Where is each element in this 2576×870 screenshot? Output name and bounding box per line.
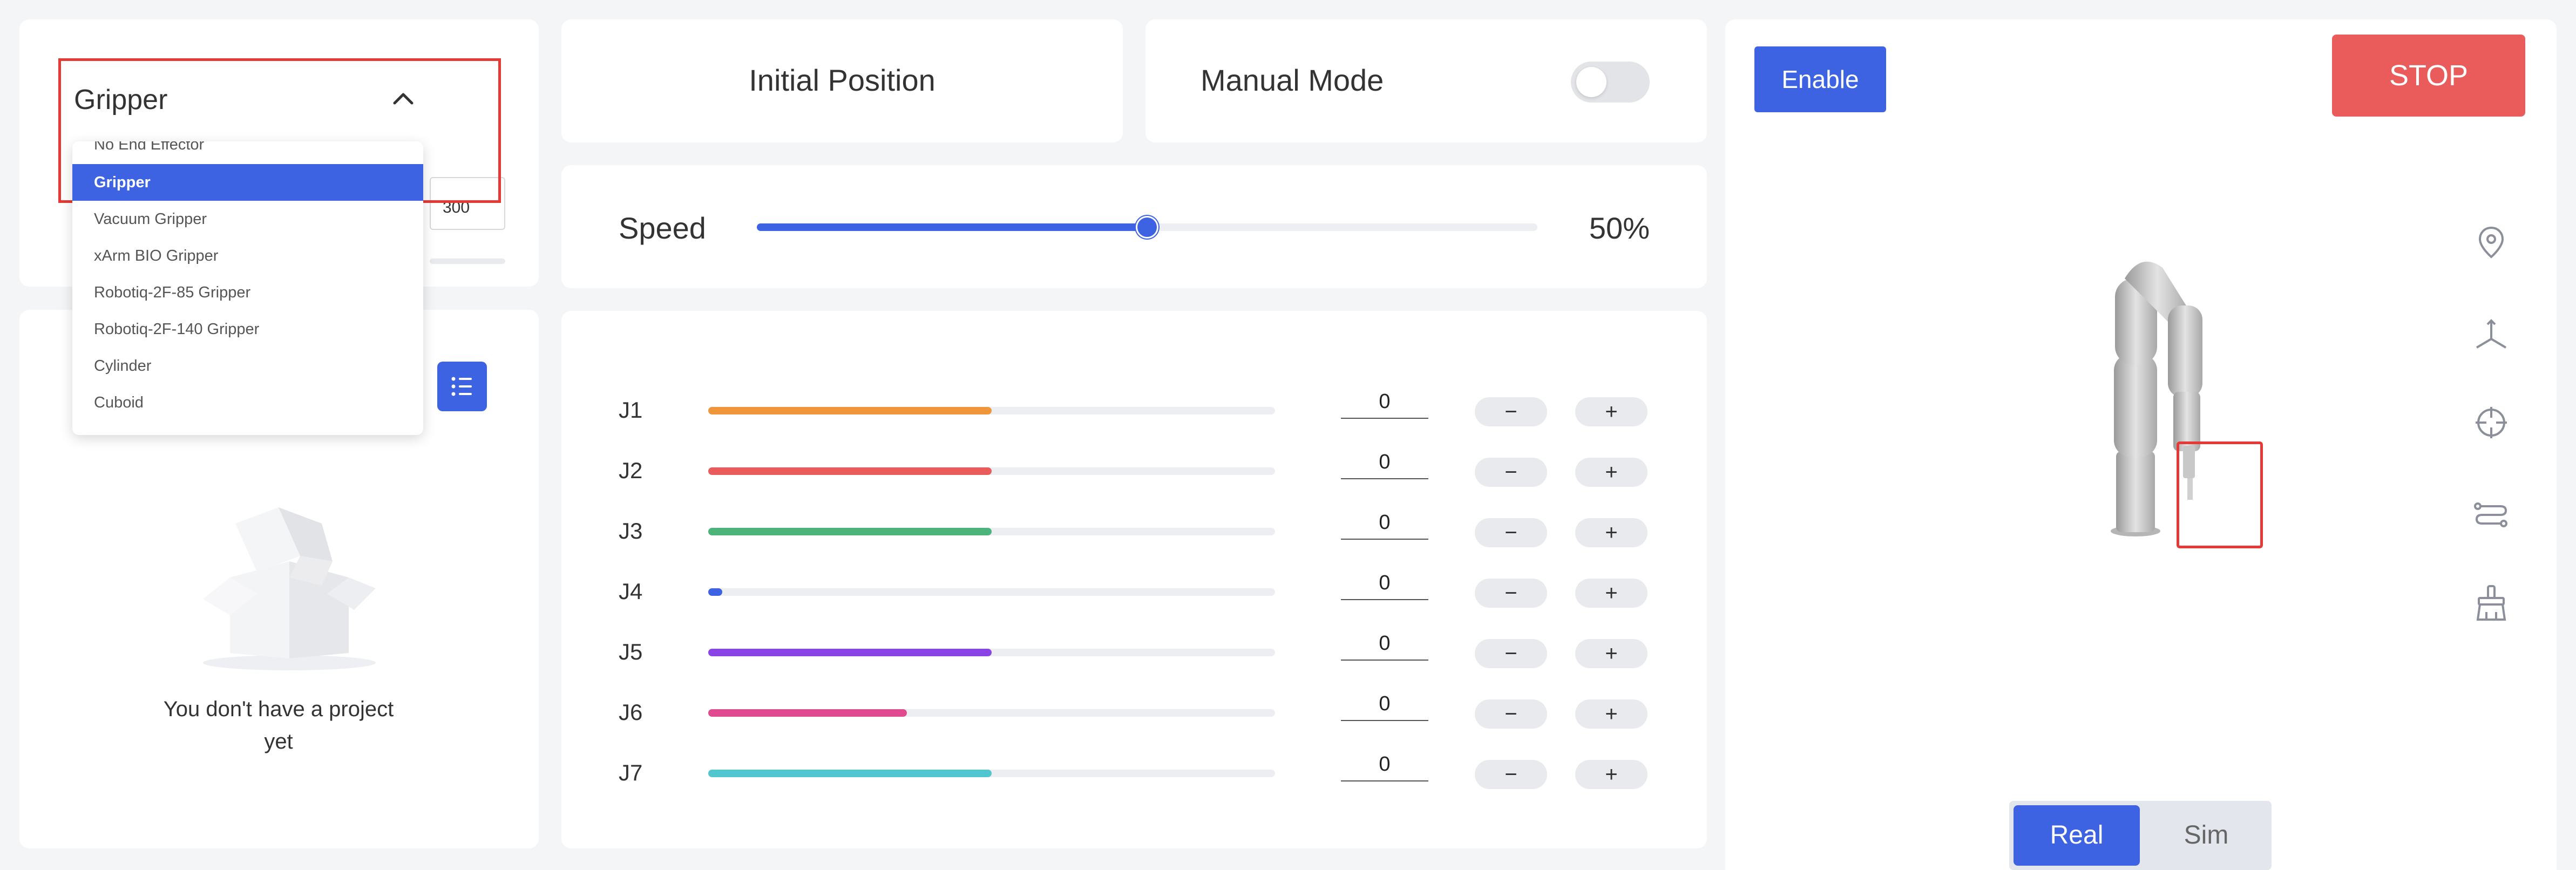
joint-row-j4: J4 0 − +	[561, 567, 1707, 621]
joint-label: J5	[619, 639, 643, 664]
joint-value-input[interactable]: 0	[1341, 506, 1428, 540]
location-pin-icon[interactable]	[2470, 221, 2512, 263]
joint-slider[interactable]	[708, 709, 1275, 717]
joint-decrement-button[interactable]: −	[1475, 699, 1547, 729]
dropdown-item-no-end-effector[interactable]: No End Effector	[72, 141, 423, 163]
joint-label: J4	[619, 579, 643, 604]
joint-value-input[interactable]: 0	[1341, 385, 1428, 419]
joint-increment-button[interactable]: +	[1575, 397, 1648, 426]
joint-slider[interactable]	[708, 588, 1275, 596]
dropdown-item-cuboid[interactable]: Cuboid	[72, 384, 423, 421]
joint-row-j6: J6 0 − +	[561, 688, 1707, 742]
mode-sim-button[interactable]: Sim	[2145, 805, 2267, 866]
joint-value-input[interactable]: 0	[1341, 446, 1428, 479]
speed-label: Speed	[619, 211, 706, 245]
speed-panel: Speed 50%	[561, 165, 1707, 288]
gripper-highlight	[2177, 441, 2263, 548]
speed-slider[interactable]	[757, 216, 1537, 239]
joint-decrement-button[interactable]: −	[1475, 579, 1547, 608]
end-effector-selected-label: Gripper	[74, 84, 168, 115]
joint-row-j7: J7 0 − +	[561, 748, 1707, 802]
dropdown-item-robotiq-2f-140[interactable]: Robotiq-2F-140 Gripper	[72, 311, 423, 348]
joint-slider-fill	[708, 467, 992, 475]
dropdown-item-vacuum-gripper[interactable]: Vacuum Gripper	[72, 201, 423, 237]
empty-box-icon	[203, 507, 376, 670]
joint-decrement-button[interactable]: −	[1475, 397, 1547, 426]
joint-label: J3	[619, 518, 643, 543]
real-sim-switch: Real Sim	[2009, 801, 2272, 870]
joint-increment-button[interactable]: +	[1575, 458, 1648, 487]
joint-value-input[interactable]: 0	[1341, 748, 1428, 781]
empty-projects-text: You don't have a project yet	[163, 697, 394, 753]
end-effector-dropdown: No End Effector Gripper Vacuum Gripper x…	[72, 141, 423, 435]
joint-value-input[interactable]: 0	[1341, 627, 1428, 661]
joint-row-j5: J5 0 − +	[561, 627, 1707, 681]
mode-real-button[interactable]: Real	[2014, 805, 2140, 866]
speed-slider-handle[interactable]	[1136, 216, 1158, 239]
robot-view-panel: Enable STOP Real Sim	[1725, 19, 2557, 870]
joints-panel: J1 0 − + J2 0 − + J3 0 − + J4 0 − + J5 0…	[561, 311, 1707, 848]
enable-button[interactable]: Enable	[1754, 46, 1886, 112]
stop-button[interactable]: STOP	[2332, 35, 2525, 117]
dropdown-item-robotiq-2f-85[interactable]: Robotiq-2F-85 Gripper	[72, 274, 423, 311]
joint-slider[interactable]	[708, 467, 1275, 475]
dropdown-item-xarm-bio-gripper[interactable]: xArm BIO Gripper	[72, 237, 423, 274]
joint-increment-button[interactable]: +	[1575, 760, 1648, 789]
joint-label: J1	[619, 397, 643, 423]
joint-row-j1: J1 0 − +	[561, 385, 1707, 439]
joint-row-j2: J2 0 − +	[561, 446, 1707, 500]
manual-mode-toggle[interactable]	[1571, 62, 1650, 103]
joint-slider[interactable]	[708, 407, 1275, 414]
initial-position-button[interactable]: Initial Position	[561, 19, 1123, 142]
list-icon	[451, 377, 472, 396]
chevron-up-icon[interactable]	[389, 85, 417, 113]
joint-label: J2	[619, 458, 643, 483]
joint-slider-fill	[708, 770, 992, 777]
joint-increment-button[interactable]: +	[1575, 518, 1648, 547]
dropdown-item-gripper[interactable]: Gripper	[72, 164, 423, 201]
joint-decrement-button[interactable]: −	[1475, 760, 1547, 789]
joint-slider-fill	[708, 649, 992, 656]
joint-increment-button[interactable]: +	[1575, 579, 1648, 608]
crosshair-icon[interactable]	[2470, 402, 2512, 444]
axes-icon[interactable]	[2470, 314, 2512, 356]
dropdown-item-cylinder[interactable]: Cylinder	[72, 348, 423, 384]
speed-slider-fill	[757, 223, 1147, 231]
joint-slider[interactable]	[708, 770, 1275, 777]
joint-decrement-button[interactable]: −	[1475, 458, 1547, 487]
joint-increment-button[interactable]: +	[1575, 699, 1648, 729]
joint-slider-fill	[708, 709, 907, 717]
joint-decrement-button[interactable]: −	[1475, 639, 1547, 668]
joint-slider-fill	[708, 588, 723, 596]
project-list-button[interactable]	[437, 362, 487, 411]
manual-mode-label: Manual Mode	[1201, 63, 1384, 97]
brush-icon[interactable]	[2470, 582, 2512, 624]
joint-label: J6	[619, 699, 643, 725]
path-icon[interactable]	[2470, 491, 2512, 533]
joint-slider[interactable]	[708, 649, 1275, 656]
joint-decrement-button[interactable]: −	[1475, 518, 1547, 547]
joint-row-j3: J3 0 − +	[561, 506, 1707, 560]
joint-increment-button[interactable]: +	[1575, 639, 1648, 668]
joint-value-input[interactable]: 0	[1341, 688, 1428, 721]
initial-position-label: Initial Position	[749, 63, 936, 97]
toggle-knob	[1576, 67, 1606, 97]
joint-value-input[interactable]: 0	[1341, 567, 1428, 600]
joint-label: J7	[619, 760, 643, 785]
end-effector-slider[interactable]	[430, 259, 505, 264]
manual-mode-panel: Manual Mode	[1145, 19, 1707, 142]
speed-value: 50%	[1589, 211, 1650, 245]
joint-slider[interactable]	[708, 528, 1275, 535]
joint-slider-fill	[708, 407, 992, 414]
joint-slider-fill	[708, 528, 992, 535]
